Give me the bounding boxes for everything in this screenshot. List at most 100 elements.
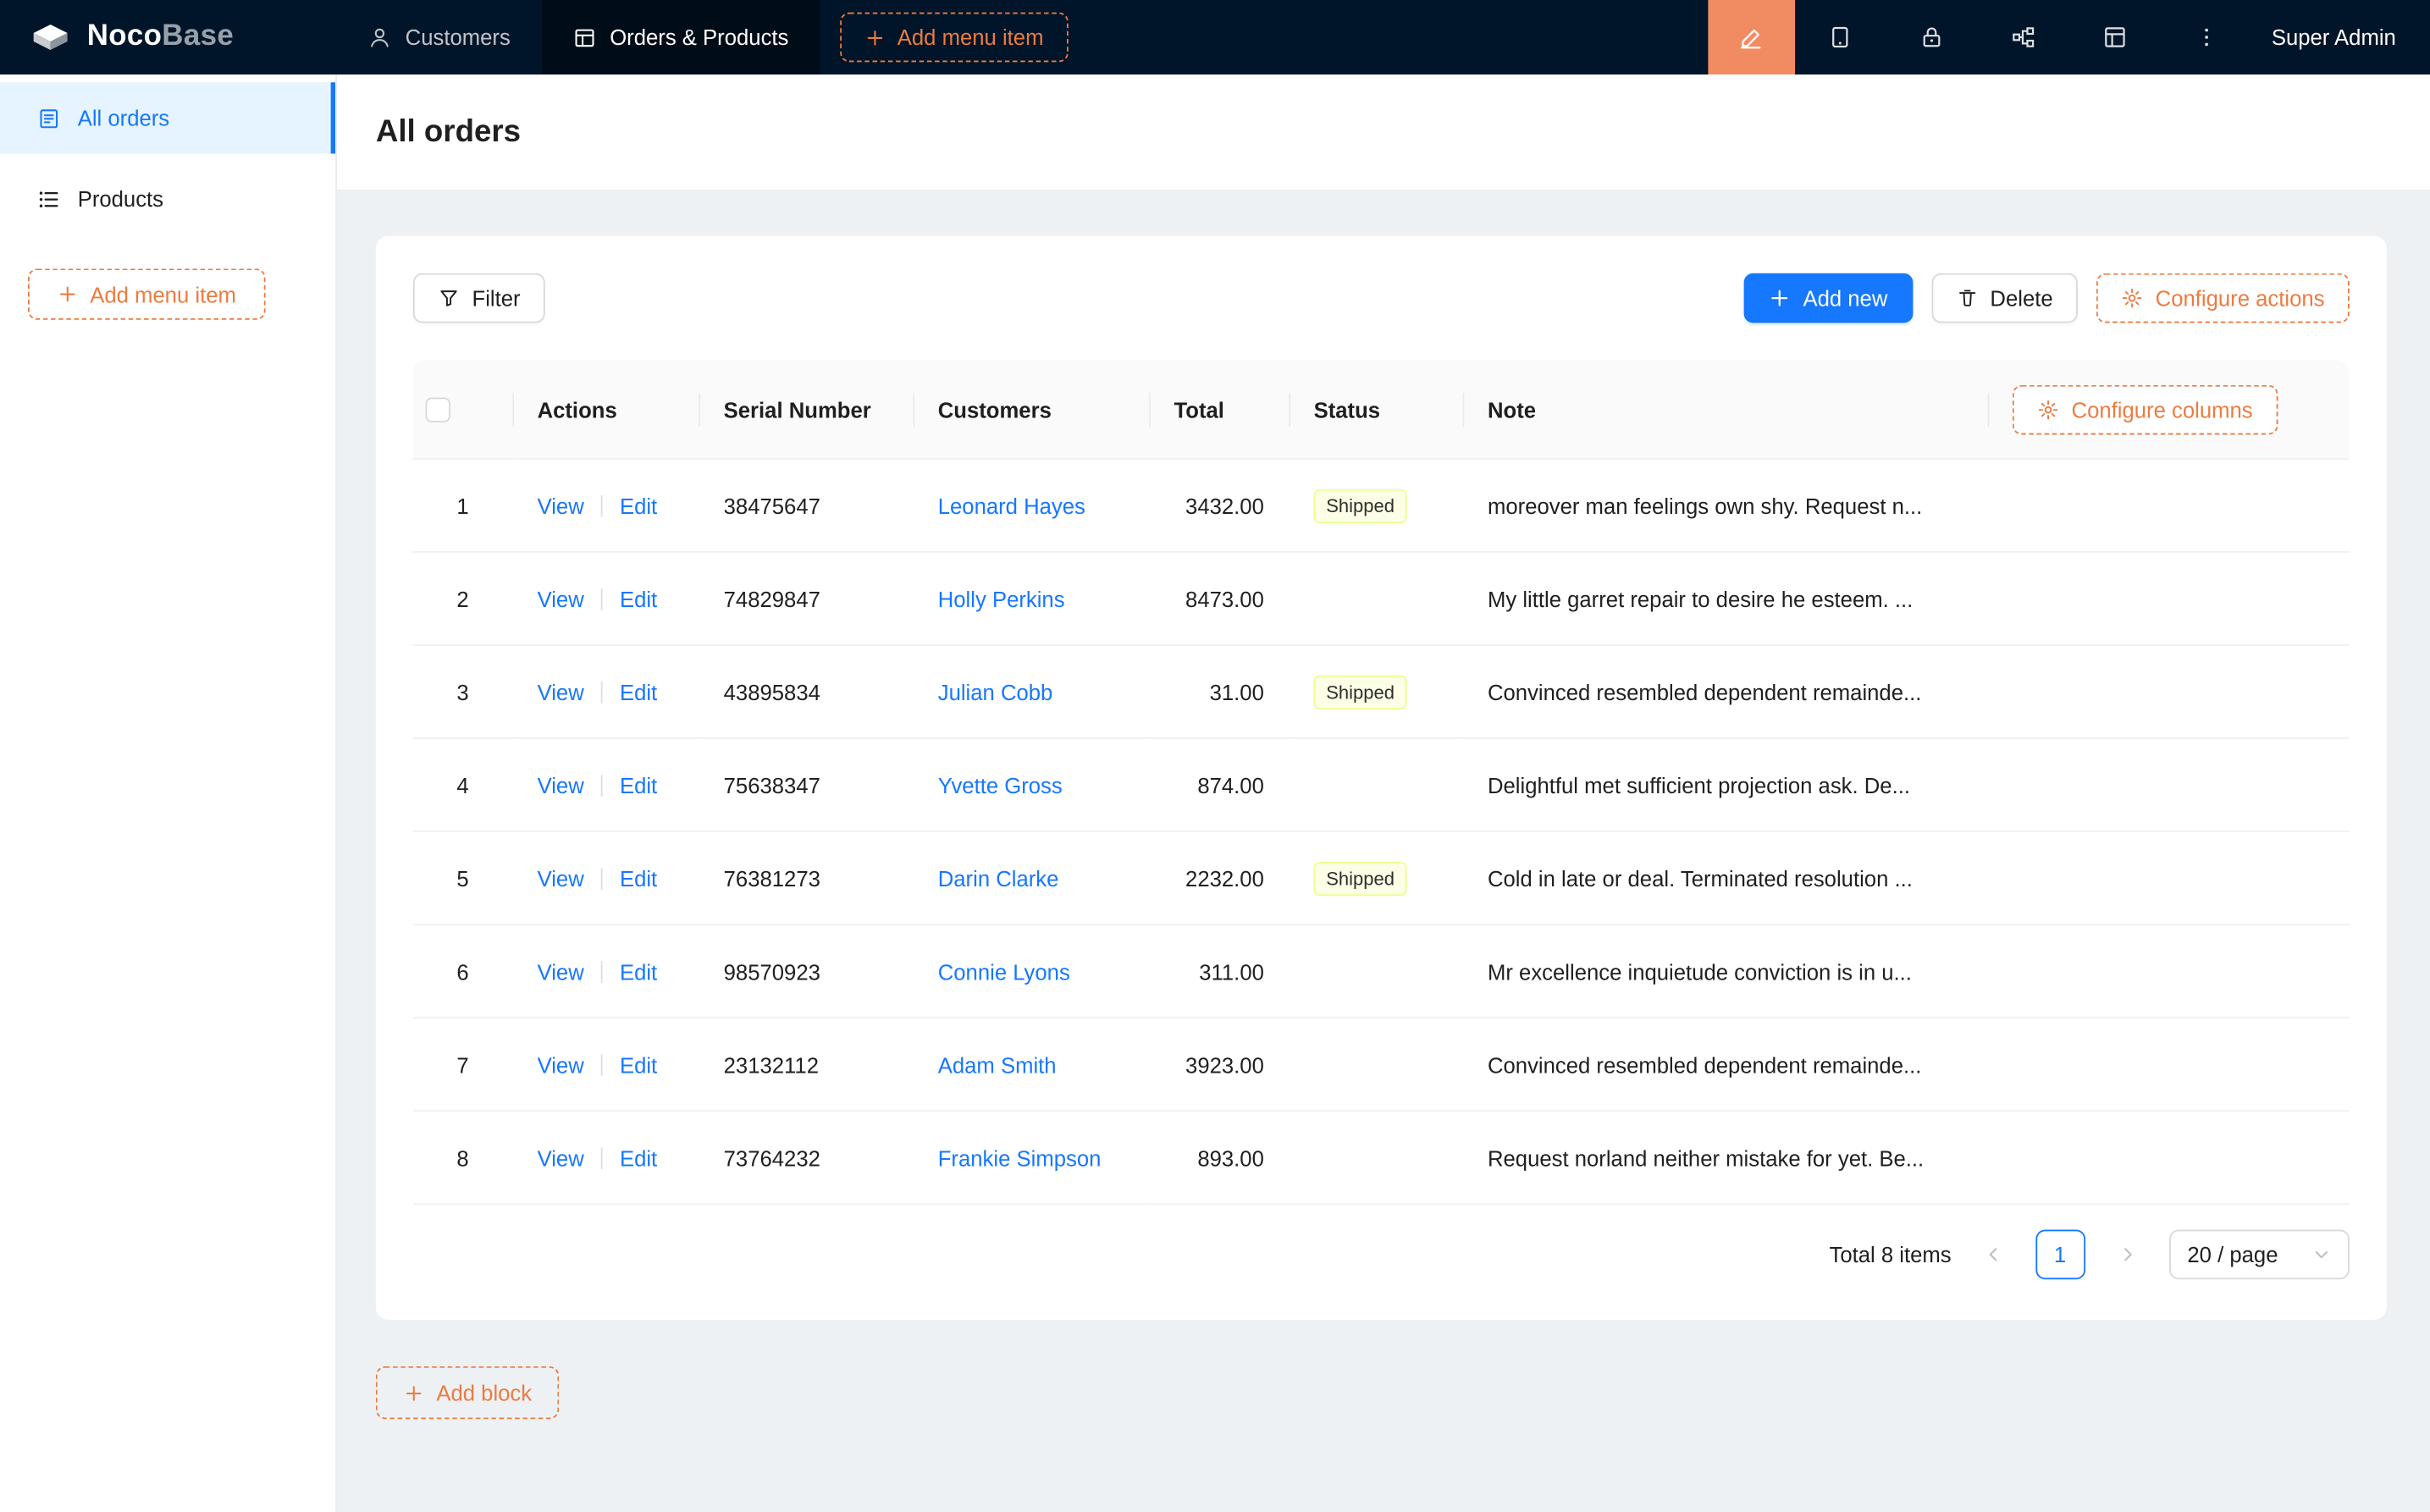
lock-button[interactable] bbox=[1886, 0, 1978, 74]
note-cell: Mr excellence inquietude conviction is i… bbox=[1488, 958, 1963, 983]
total-cell: 8473.00 bbox=[1149, 553, 1289, 646]
column-header-total: Total bbox=[1149, 360, 1289, 459]
highlighter-icon bbox=[1738, 24, 1765, 50]
orders-table-block: Filter Add new bbox=[376, 236, 2387, 1320]
user-menu[interactable]: Super Admin bbox=[2253, 0, 2430, 74]
total-cell: 3432.00 bbox=[1149, 460, 1289, 553]
edit-link[interactable]: Edit bbox=[620, 679, 657, 704]
view-link[interactable]: View bbox=[538, 958, 584, 983]
add-menu-item-button-sidebar[interactable]: Add menu item bbox=[28, 268, 266, 320]
customer-link[interactable]: Connie Lyons bbox=[938, 958, 1070, 983]
nav-item-customers[interactable]: Customers bbox=[337, 0, 542, 74]
nocobase-logo[interactable]: NocoBase bbox=[0, 0, 337, 74]
add-new-button[interactable]: Add new bbox=[1744, 273, 1913, 323]
edit-link[interactable]: Edit bbox=[620, 1145, 657, 1170]
edit-link[interactable]: Edit bbox=[620, 865, 657, 890]
lock-icon bbox=[1919, 25, 1944, 49]
column-header-customers: Customers bbox=[913, 360, 1149, 459]
page-header: All orders bbox=[337, 74, 2430, 190]
customer-link[interactable]: Adam Smith bbox=[938, 1052, 1057, 1077]
edit-link[interactable]: Edit bbox=[620, 1052, 657, 1077]
customer-link[interactable]: Holly Perkins bbox=[938, 586, 1065, 610]
page-title: All orders bbox=[376, 114, 521, 150]
note-cell: Cold in late or deal. Terminated resolut… bbox=[1488, 865, 1963, 890]
gear-icon bbox=[2121, 287, 2143, 309]
mobile-preview-button[interactable] bbox=[1795, 0, 1886, 74]
nocobase-logo-icon bbox=[28, 20, 73, 54]
layout-icon bbox=[2103, 25, 2128, 49]
edit-link[interactable]: Edit bbox=[620, 586, 657, 610]
row-index: 7 bbox=[456, 1052, 468, 1077]
prev-page-button[interactable] bbox=[1970, 1231, 2017, 1277]
total-cell: 893.00 bbox=[1149, 1112, 1289, 1205]
customer-link[interactable]: Julian Cobb bbox=[938, 679, 1053, 704]
row-index: 8 bbox=[456, 1145, 468, 1170]
customer-link[interactable]: Leonard Hayes bbox=[938, 493, 1085, 517]
column-header-serial-number: Serial Number bbox=[699, 360, 913, 459]
table-row: 6 ViewEdit 98570923 Connie Lyons 311.00 … bbox=[413, 925, 2350, 1018]
view-link[interactable]: View bbox=[538, 772, 584, 797]
divider bbox=[601, 681, 603, 703]
table-icon bbox=[572, 25, 596, 49]
note-cell: moreover man feelings own shy. Request n… bbox=[1488, 493, 1963, 517]
add-block-button[interactable]: Add block bbox=[376, 1366, 560, 1419]
main-menu: Customers Orders & Products bbox=[337, 0, 820, 74]
edit-link[interactable]: Edit bbox=[620, 958, 657, 983]
sidebar-item-all-orders[interactable]: All orders bbox=[0, 82, 335, 153]
add-menu-item-button-nav[interactable]: Add menu item bbox=[840, 13, 1069, 63]
page-number-button[interactable]: 1 bbox=[2035, 1230, 2085, 1280]
form-icon bbox=[37, 107, 61, 130]
page-size-select[interactable]: 20 / page bbox=[2168, 1230, 2349, 1280]
toolbar-right: Add new Delete bbox=[1744, 273, 2350, 323]
status-badge: Shipped bbox=[1314, 861, 1407, 895]
select-all-checkbox[interactable] bbox=[426, 398, 450, 422]
divider bbox=[601, 774, 603, 796]
configure-actions-button[interactable]: Configure actions bbox=[2096, 273, 2350, 323]
serial-number-cell: 98570923 bbox=[699, 925, 913, 1018]
ui-editor-button[interactable] bbox=[1708, 0, 1795, 74]
plus-icon bbox=[404, 1382, 424, 1403]
main-area: All orders Products Add menu item bbox=[0, 74, 2430, 1512]
note-cell: My little garret repair to desire he est… bbox=[1488, 586, 1963, 610]
customer-link[interactable]: Darin Clarke bbox=[938, 865, 1059, 890]
column-header-status: Status bbox=[1289, 360, 1462, 459]
plus-icon bbox=[864, 27, 885, 47]
view-link[interactable]: View bbox=[538, 679, 584, 704]
edit-link[interactable]: Edit bbox=[620, 772, 657, 797]
nocobase-app: NocoBase Customers Orders & Products bbox=[0, 0, 2430, 1512]
edit-link[interactable]: Edit bbox=[620, 493, 657, 517]
sidebar-item-label: All orders bbox=[78, 106, 169, 130]
gear-icon bbox=[2037, 398, 2059, 420]
serial-number-cell: 23132112 bbox=[699, 1018, 913, 1112]
next-page-button[interactable] bbox=[2103, 1231, 2150, 1277]
total-cell: 3923.00 bbox=[1149, 1018, 1289, 1112]
table-row: 7 View Edit 23132112 Adam Smith 3923.00 C… bbox=[413, 1018, 2350, 1112]
delete-button[interactable]: Delete bbox=[1931, 273, 2078, 323]
customer-link[interactable]: Yvette Gross bbox=[938, 772, 1063, 797]
user-icon bbox=[368, 25, 392, 49]
view-link[interactable]: View bbox=[538, 1052, 584, 1077]
view-link[interactable]: View bbox=[538, 865, 584, 890]
filter-button[interactable]: Filter bbox=[413, 273, 545, 323]
row-index: 6 bbox=[456, 958, 468, 983]
nav-item-orders-products[interactable]: Orders & Products bbox=[541, 0, 820, 74]
note-cell: Convinced resembled dependent remainde..… bbox=[1488, 1052, 1963, 1077]
table-row: 3 ViewEdit 43895834 Julian Cobb 31.00 Sh… bbox=[413, 646, 2350, 739]
note-cell: Request norland neither mistake for yet.… bbox=[1488, 1145, 1963, 1170]
divider bbox=[601, 960, 603, 982]
chevron-right-icon bbox=[2118, 1245, 2136, 1264]
more-button[interactable] bbox=[2162, 0, 2253, 74]
sidebar-item-products[interactable]: Products bbox=[0, 163, 335, 235]
view-link[interactable]: View bbox=[538, 1145, 584, 1170]
customer-link[interactable]: Frankie Simpson bbox=[938, 1145, 1102, 1170]
plugin-settings-button[interactable] bbox=[2069, 0, 2161, 74]
view-link[interactable]: View bbox=[538, 586, 584, 610]
view-link[interactable]: View bbox=[538, 493, 584, 517]
serial-number-cell: 74829847 bbox=[699, 553, 913, 646]
api-button[interactable] bbox=[1978, 0, 2069, 74]
nav-item-label: Customers bbox=[406, 25, 511, 49]
configure-columns-button[interactable]: Configure columns bbox=[2013, 384, 2278, 434]
partition-icon bbox=[2012, 25, 2036, 49]
pagination-total: Total 8 items bbox=[1829, 1242, 1951, 1266]
table-header: Actions Serial Number Customers Total St… bbox=[413, 360, 2350, 459]
